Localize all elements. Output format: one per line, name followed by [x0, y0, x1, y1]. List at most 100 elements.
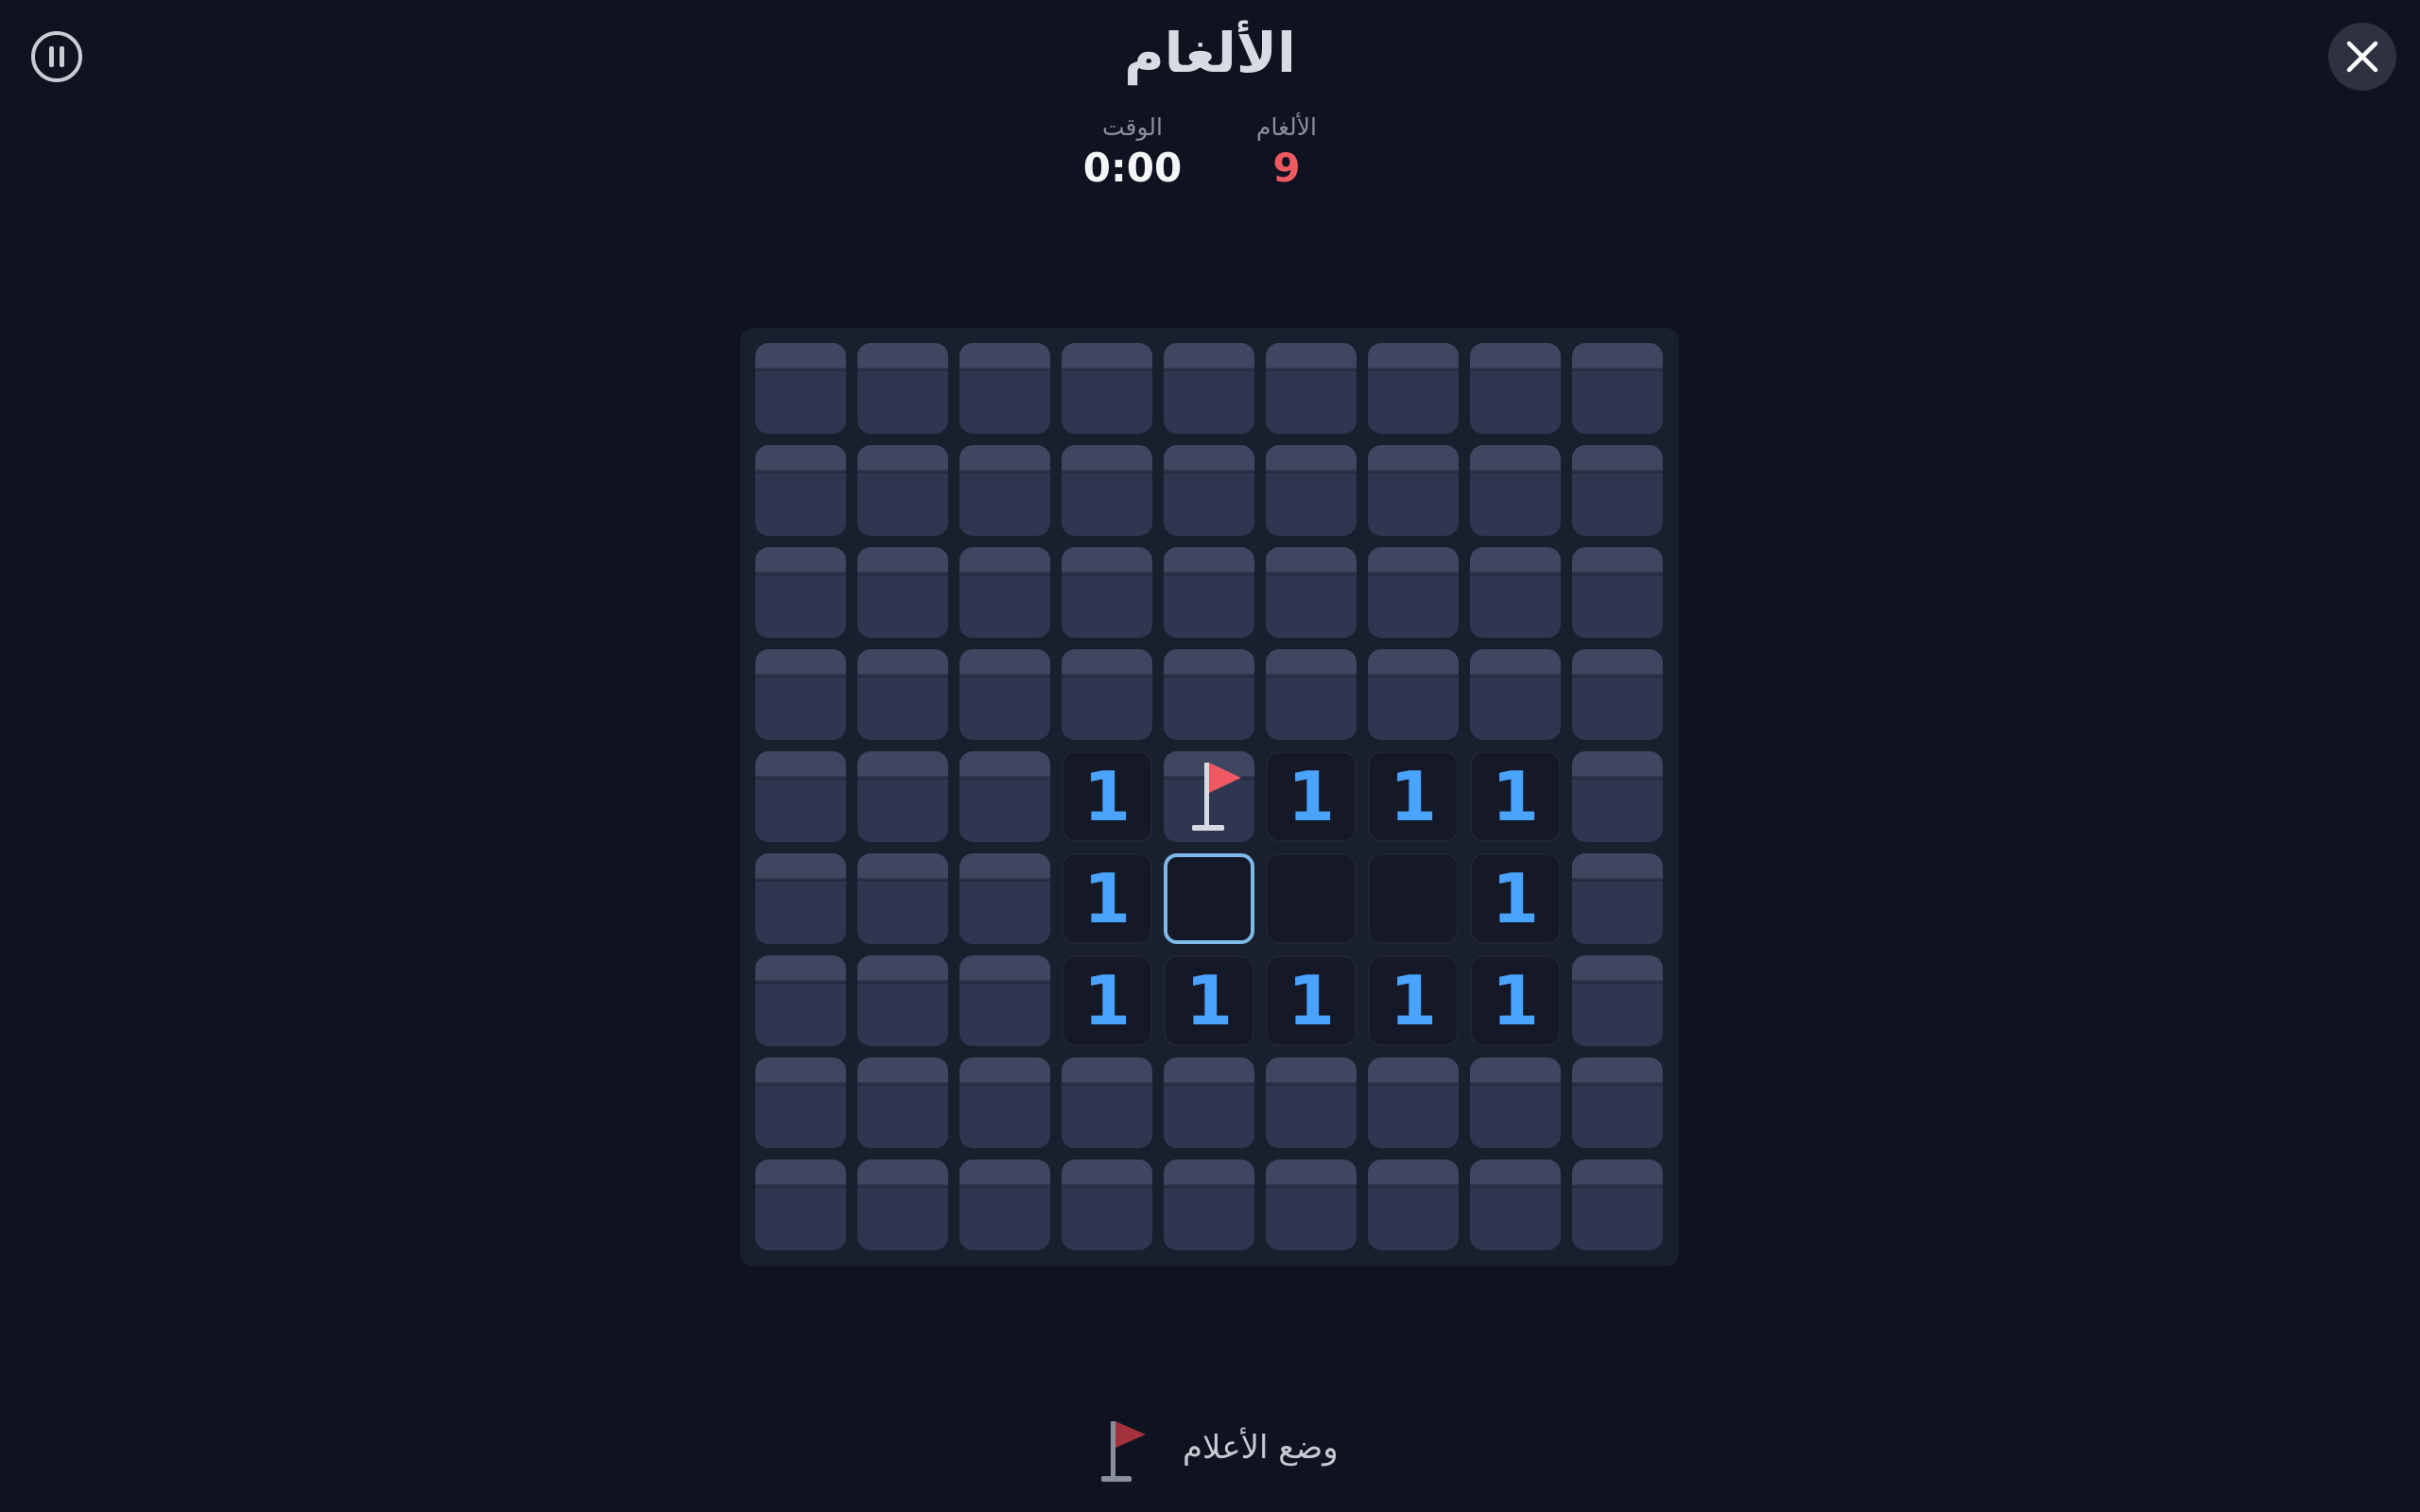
- hidden-cell[interactable]: [755, 751, 846, 842]
- revealed-number-cell[interactable]: 1: [1266, 751, 1357, 842]
- revealed-empty-cell[interactable]: [1266, 853, 1357, 944]
- hidden-cell[interactable]: [1062, 649, 1152, 740]
- hidden-cell[interactable]: [857, 343, 948, 434]
- hidden-cell[interactable]: [857, 1057, 948, 1148]
- hidden-cell[interactable]: [1368, 343, 1459, 434]
- minefield-board: 11111111111: [740, 328, 1679, 1266]
- cell-number: 1: [1389, 961, 1438, 1040]
- revealed-number-cell[interactable]: 1: [1164, 955, 1254, 1046]
- flag-mode-label: وضع الأعلام: [1183, 1429, 1339, 1467]
- revealed-number-cell[interactable]: 1: [1062, 955, 1152, 1046]
- hidden-cell[interactable]: [1164, 1160, 1254, 1250]
- hidden-cell[interactable]: [959, 547, 1050, 638]
- game-screen: الألغام الوقت 0:00 الألغام 9 11111111111…: [0, 0, 2420, 1512]
- timer: الوقت 0:00: [1057, 112, 1208, 193]
- hidden-cell[interactable]: [1266, 445, 1357, 536]
- cell-number: 1: [1287, 757, 1336, 836]
- hidden-cell[interactable]: [1470, 445, 1561, 536]
- hidden-cell[interactable]: [1164, 547, 1254, 638]
- hidden-cell[interactable]: [1062, 1160, 1152, 1250]
- hidden-cell[interactable]: [1572, 955, 1663, 1046]
- hidden-cell[interactable]: [1368, 547, 1459, 638]
- selected-cell[interactable]: [1164, 853, 1254, 944]
- revealed-number-cell[interactable]: 1: [1062, 853, 1152, 944]
- hidden-cell[interactable]: [755, 547, 846, 638]
- timer-value: 0:00: [1082, 145, 1183, 191]
- hidden-cell[interactable]: [1266, 1057, 1357, 1148]
- hidden-cell[interactable]: [1572, 343, 1663, 434]
- hidden-cell[interactable]: [959, 751, 1050, 842]
- revealed-number-cell[interactable]: 1: [1368, 955, 1459, 1046]
- hidden-cell[interactable]: [755, 1057, 846, 1148]
- hidden-cell[interactable]: [857, 955, 948, 1046]
- close-icon: [2346, 41, 2378, 73]
- revealed-number-cell[interactable]: 1: [1266, 955, 1357, 1046]
- hidden-cell[interactable]: [1062, 343, 1152, 434]
- mines-label: الألغام: [1256, 113, 1317, 141]
- hidden-cell[interactable]: [1572, 445, 1663, 536]
- stats-bar: الوقت 0:00 الألغام 9: [0, 112, 2420, 197]
- hidden-cell[interactable]: [1572, 649, 1663, 740]
- page-title: الألغام: [1124, 21, 1296, 85]
- revealed-number-cell[interactable]: 1: [1062, 751, 1152, 842]
- hidden-cell[interactable]: [959, 445, 1050, 536]
- hidden-cell[interactable]: [959, 955, 1050, 1046]
- hidden-cell[interactable]: [1368, 649, 1459, 740]
- hidden-cell[interactable]: [1266, 1160, 1357, 1250]
- hidden-cell[interactable]: [959, 649, 1050, 740]
- hidden-cell[interactable]: [857, 445, 948, 536]
- hidden-cell[interactable]: [959, 853, 1050, 944]
- flag-mode-toggle[interactable]: وضع الأعلام: [1087, 1416, 1352, 1487]
- revealed-number-cell[interactable]: 1: [1470, 955, 1561, 1046]
- hidden-cell[interactable]: [1572, 1057, 1663, 1148]
- hidden-cell[interactable]: [1164, 343, 1254, 434]
- hidden-cell[interactable]: [857, 853, 948, 944]
- hidden-cell[interactable]: [959, 343, 1050, 434]
- close-button[interactable]: [2328, 23, 2396, 91]
- hidden-cell[interactable]: [959, 1057, 1050, 1148]
- hidden-cell[interactable]: [755, 649, 846, 740]
- hidden-cell[interactable]: [755, 445, 846, 536]
- hidden-cell[interactable]: [1470, 547, 1561, 638]
- hidden-cell[interactable]: [1368, 445, 1459, 536]
- flagged-cell[interactable]: [1164, 751, 1254, 842]
- hidden-cell[interactable]: [1164, 649, 1254, 740]
- cell-number: 1: [1082, 961, 1132, 1040]
- hidden-cell[interactable]: [857, 649, 948, 740]
- hidden-cell[interactable]: [1572, 853, 1663, 944]
- cell-number: 1: [1389, 757, 1438, 836]
- hidden-cell[interactable]: [1470, 1057, 1561, 1148]
- hidden-cell[interactable]: [1368, 1160, 1459, 1250]
- hidden-cell[interactable]: [755, 853, 846, 944]
- hidden-cell[interactable]: [857, 1160, 948, 1250]
- hidden-cell[interactable]: [1470, 343, 1561, 434]
- hidden-cell[interactable]: [959, 1160, 1050, 1250]
- minefield-grid: 11111111111: [755, 343, 1663, 1250]
- hidden-cell[interactable]: [755, 955, 846, 1046]
- hidden-cell[interactable]: [755, 343, 846, 434]
- hidden-cell[interactable]: [1572, 1160, 1663, 1250]
- hidden-cell[interactable]: [1572, 751, 1663, 842]
- hidden-cell[interactable]: [1062, 1057, 1152, 1148]
- hidden-cell[interactable]: [1164, 445, 1254, 536]
- hidden-cell[interactable]: [1266, 649, 1357, 740]
- hidden-cell[interactable]: [1062, 445, 1152, 536]
- hidden-cell[interactable]: [1062, 547, 1152, 638]
- revealed-empty-cell[interactable]: [1368, 853, 1459, 944]
- hidden-cell[interactable]: [1164, 1057, 1254, 1148]
- hidden-cell[interactable]: [857, 547, 948, 638]
- revealed-number-cell[interactable]: 1: [1470, 751, 1561, 842]
- hidden-cell[interactable]: [1266, 547, 1357, 638]
- hidden-cell[interactable]: [1266, 343, 1357, 434]
- hidden-cell[interactable]: [1470, 649, 1561, 740]
- cell-number: 1: [1082, 757, 1132, 836]
- hidden-cell[interactable]: [755, 1160, 846, 1250]
- flag-icon: [1101, 1421, 1146, 1482]
- hidden-cell[interactable]: [857, 751, 948, 842]
- revealed-number-cell[interactable]: 1: [1470, 853, 1561, 944]
- hidden-cell[interactable]: [1368, 1057, 1459, 1148]
- hidden-cell[interactable]: [1572, 547, 1663, 638]
- revealed-number-cell[interactable]: 1: [1368, 751, 1459, 842]
- hidden-cell[interactable]: [1470, 1160, 1561, 1250]
- mines-value: 9: [1272, 145, 1301, 191]
